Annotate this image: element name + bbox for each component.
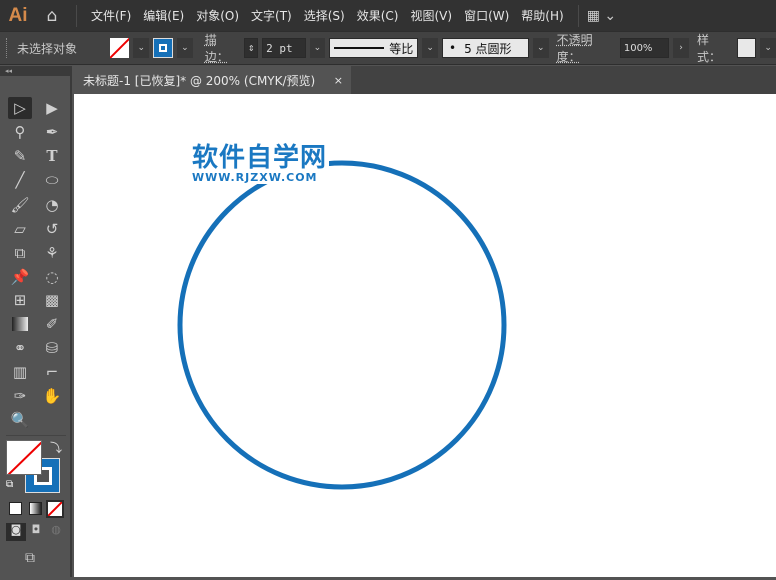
divider — [577, 4, 579, 27]
pen-tool-icon[interactable]: ✒ — [40, 121, 64, 143]
brush-definition[interactable]: • 5 点圆形 — [442, 38, 529, 58]
document-tab[interactable]: 未标题-1 [已恢复]* @ 200% (CMYK/预览) × — [74, 66, 351, 94]
variable-width-profile[interactable]: 等比 — [329, 38, 419, 58]
stroke-label[interactable]: 描边： — [205, 31, 241, 65]
stroke-weight-stepper[interactable]: ⇕ — [244, 38, 259, 58]
selection-tool-icon[interactable]: ▷ — [8, 97, 32, 119]
zoom-tool-icon[interactable]: 🔍 — [8, 409, 32, 431]
rotate-tool-icon[interactable]: ↺ — [40, 218, 64, 240]
grip-handle[interactable] — [6, 38, 9, 58]
screen-mode-icon[interactable]: ⧉ — [25, 550, 35, 566]
hand-tool-icon[interactable]: ✋ — [40, 385, 64, 407]
selection-status: 未选择对象 — [16, 41, 77, 56]
stroke-swatch[interactable] — [153, 38, 173, 58]
collapse-panel-icon[interactable]: ◂◂ — [0, 66, 70, 76]
artwork — [177, 160, 507, 490]
artboard-tool-icon[interactable]: ⌐ — [40, 361, 64, 383]
watermark: 软件自学网 WWW.RJZXW.COM — [190, 143, 330, 184]
artboard-canvas[interactable]: 软件自学网 WWW.RJZXW.COM — [74, 94, 776, 577]
watermark-url: WWW.RJZXW.COM — [192, 171, 318, 184]
blob-brush-tool-icon[interactable]: ◔ — [40, 194, 64, 216]
menu-file[interactable]: 文件(F) — [85, 7, 137, 24]
stroke-dropdown[interactable]: ⌄ — [176, 38, 193, 58]
blend-tool-icon[interactable]: ⚭ — [8, 337, 32, 359]
app-logo: Ai — [8, 4, 28, 26]
home-icon[interactable]: ⌂ — [36, 6, 68, 26]
style-label: 样式： — [697, 33, 722, 64]
column-graph-tool-icon[interactable]: ▥ — [8, 361, 32, 383]
watermark-title: 软件自学网 — [192, 143, 328, 173]
shape-builder-tool-icon[interactable]: ◌ — [40, 266, 64, 288]
profile-dropdown[interactable]: ⌄ — [422, 38, 438, 58]
menu-view[interactable]: 视图(V) — [404, 7, 458, 24]
swap-colors-icon[interactable]: ⤵ — [50, 439, 62, 456]
close-tab-icon[interactable]: × — [334, 74, 343, 87]
menu-window[interactable]: 窗口(W) — [458, 7, 515, 24]
profile-label: 等比 — [389, 41, 414, 56]
divider — [6, 435, 66, 436]
brush-label: 5 点圆形 — [464, 41, 512, 56]
stroke-weight-dropdown[interactable]: ⌄ — [309, 38, 326, 58]
gradient-tool-icon[interactable] — [8, 313, 32, 335]
default-colors-icon[interactable]: ⧉ — [6, 479, 13, 490]
scale-tool-icon[interactable]: ⧉ — [8, 242, 32, 264]
eyedropper-tool-icon[interactable]: ✐ — [40, 313, 64, 335]
document-tab-bar: 未标题-1 [已恢复]* @ 200% (CMYK/预览) × — [74, 66, 776, 94]
none-mode-button[interactable] — [46, 500, 64, 518]
puppet-warp-tool-icon[interactable]: ⚘ — [40, 242, 64, 264]
perspective-grid-tool-icon[interactable]: ⊞ — [8, 289, 32, 311]
curvature-tool-icon[interactable]: ✎ — [8, 145, 32, 167]
direct-selection-tool-icon[interactable]: ▶ — [40, 97, 64, 119]
slice-tool-icon[interactable]: ✑ — [8, 385, 32, 407]
fill-swatch[interactable] — [109, 38, 130, 58]
style-dropdown[interactable]: ⌄ — [760, 38, 776, 58]
divider — [76, 4, 77, 27]
document-tab-title: 未标题-1 [已恢复]* @ 200% (CMYK/预览) — [83, 73, 316, 88]
eraser-tool-icon[interactable]: ▱ — [8, 218, 32, 240]
menu-effect[interactable]: 效果(C) — [351, 7, 405, 24]
opacity-arrow[interactable]: › — [673, 38, 689, 58]
menu-bar: Ai ⌂ 文件(F) 编辑(E) 对象(O) 文字(T) 选择(S) 效果(C)… — [0, 0, 776, 31]
brush-dropdown[interactable]: ⌄ — [532, 38, 549, 58]
workspace-layout-icon[interactable]: ▦ ⌄ — [587, 8, 616, 24]
draw-inside-icon[interactable]: ◍ — [46, 523, 66, 541]
mesh-tool-icon[interactable]: ▩ — [40, 289, 64, 311]
menu-edit[interactable]: 编辑(E) — [137, 7, 190, 24]
draw-behind-icon[interactable]: ◘ — [26, 523, 46, 541]
ellipse-tool-icon[interactable]: ⬭ — [40, 169, 64, 191]
menu-select[interactable]: 选择(S) — [298, 7, 351, 24]
type-tool-icon[interactable]: T — [40, 145, 64, 167]
opacity-input[interactable]: 100% — [619, 38, 670, 58]
line-tool-icon[interactable]: ╱ — [8, 169, 32, 191]
menu-object[interactable]: 对象(O) — [190, 7, 245, 24]
pin-tool-icon[interactable]: 📌 — [8, 266, 32, 288]
menu-help[interactable]: 帮助(H) — [515, 7, 569, 24]
magic-wand-tool-icon[interactable]: ⚲ — [8, 121, 32, 143]
profile-line — [334, 47, 385, 49]
stroke-weight-input[interactable]: 2 pt — [262, 38, 306, 58]
control-bar: 未选择对象 ⌄ ⌄ 描边： ⇕ 2 pt ⌄ 等比 ⌄ • 5 点圆形 ⌄ 不透明… — [0, 31, 776, 65]
paintbrush-tool-icon[interactable]: 🖌 — [8, 194, 32, 216]
fill-dropdown[interactable]: ⌄ — [133, 38, 150, 58]
opacity-label[interactable]: 不透明度： — [557, 31, 616, 65]
symbol-sprayer-tool-icon[interactable]: ⛁ — [40, 337, 64, 359]
fill-color-box[interactable] — [6, 440, 42, 475]
color-mode-button[interactable] — [9, 502, 22, 515]
draw-normal-icon[interactable]: ◙ — [6, 523, 26, 541]
graphic-style-swatch[interactable] — [736, 38, 757, 58]
menu-type[interactable]: 文字(T) — [245, 7, 298, 24]
brush-dot-icon: • — [449, 41, 457, 55]
gradient-mode-button[interactable] — [29, 502, 42, 515]
tools-panel: ◂◂ ▷ ▶ ⚲ ✒ ✎ T ╱ ⬭ 🖌 ◔ ▱ ↺ ⧉ ⚘ 📌 ◌ ⊞ ▩ ✐… — [0, 66, 72, 577]
circle-shape[interactable] — [177, 160, 507, 490]
